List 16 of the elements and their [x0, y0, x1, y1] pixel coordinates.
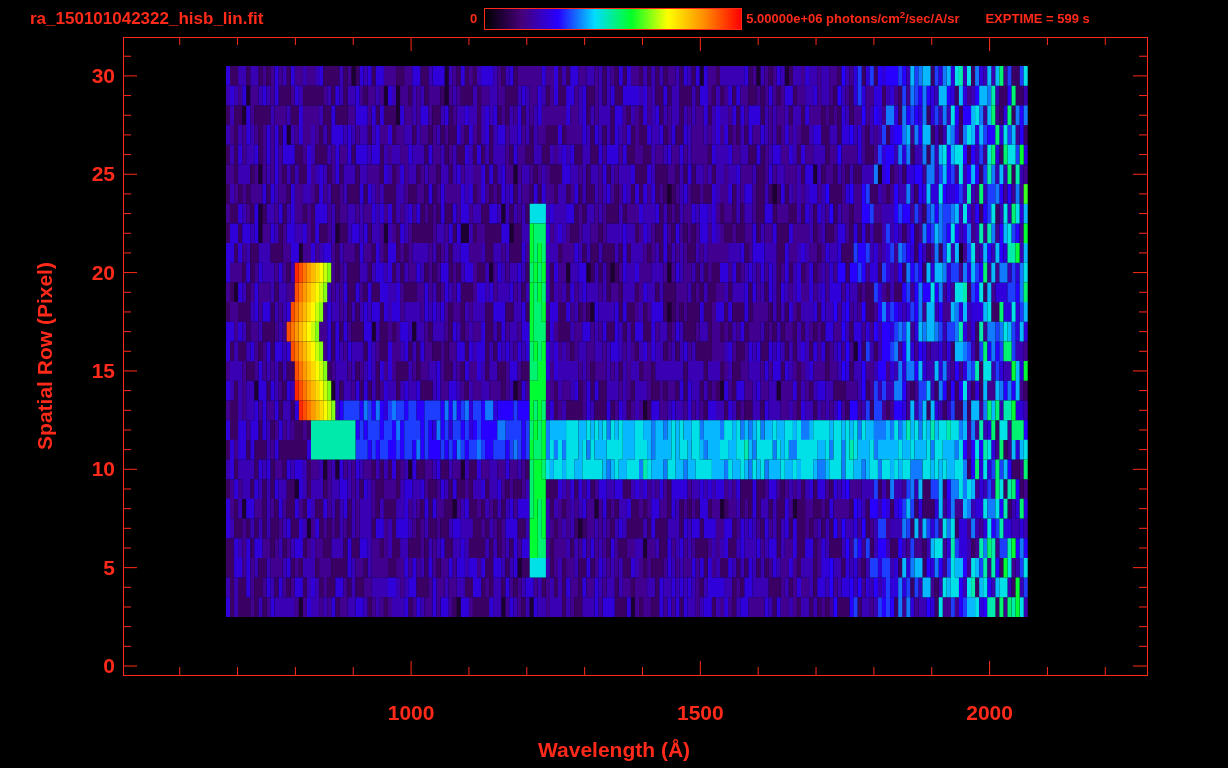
y-tick-label: 10 [90, 458, 115, 481]
y-tick-label: 5 [102, 556, 115, 579]
colorbar-min-label: 0 [470, 9, 478, 28]
y-tick-label: 30 [90, 64, 115, 87]
x-tick-label: 1500 [675, 702, 725, 724]
y-tick-label: 20 [90, 261, 115, 284]
colorbar-max-label: 5.00000e+06 photons/cm$^{2}$/sec/A/sr [746, 8, 960, 28]
exposure-time: EXPTIME = 599 s [985, 9, 1090, 28]
y-axis-title: Spatial Row (Pixel) [33, 261, 57, 452]
x-axis-title: Wavelength (Å) [538, 738, 691, 762]
y-tick-label: 25 [90, 163, 115, 186]
y-tick-label: 15 [90, 359, 115, 382]
x-tick-label: 2000 [965, 702, 1014, 724]
y-tick-label: 0 [102, 655, 115, 677]
plot-title: ra_150101042322_hisb_lin.fit [30, 7, 265, 30]
x-tick-label: 1000 [386, 702, 436, 724]
